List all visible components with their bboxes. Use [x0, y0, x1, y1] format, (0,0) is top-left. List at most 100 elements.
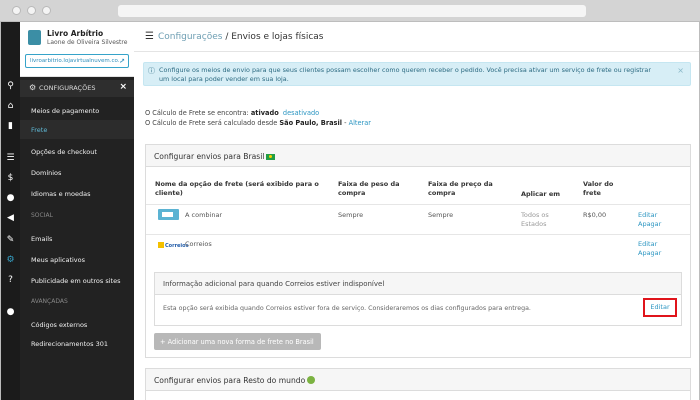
col-header-price-line2: compra	[428, 189, 456, 197]
world-panel-title: Configurar envios para Resto do mundo	[154, 376, 306, 385]
row-2-edit-link[interactable]: Editar	[638, 240, 657, 249]
row-1-price: Sempre	[428, 211, 454, 219]
col-header-name-line2: cliente)	[155, 189, 183, 197]
close-icon[interactable]: ×	[119, 82, 127, 92]
add-shipping-brazil-button[interactable]: + Adicionar uma nova forma de frete no B…	[154, 333, 321, 350]
col-header-weight-line1: Faixa de peso da	[338, 180, 400, 188]
stats-icon[interactable]: ▮	[4, 120, 17, 133]
row-2-name: Correios	[185, 240, 212, 248]
col-header-value-line1: Valor do	[583, 180, 614, 188]
address-bar[interactable]	[118, 5, 586, 17]
info-alert: ⓘ Configure os meios de envio para que s…	[143, 62, 691, 86]
row-1-edit-link[interactable]: Editar	[638, 211, 657, 220]
correios-fallback-panel: Informação adicional para quando Correio…	[154, 272, 682, 326]
icon-rail: ⚲ ⌂ ▮ ☰ $ ● ◀ ✎ ⚙ ? ●	[1, 22, 20, 400]
correios-logo-icon	[158, 242, 164, 248]
header-divider	[134, 51, 699, 52]
col-header-weight-line2: compra	[338, 189, 366, 197]
calc-status-prefix: O Cálculo de Frete se encontra:	[145, 109, 251, 117]
store-name: Livro Arbítrio	[47, 29, 104, 38]
brush-icon[interactable]: ✎	[4, 234, 17, 247]
sidebar-item-external-codes[interactable]: Códigos externos	[20, 315, 134, 334]
col-header-name-line1: Nome da opção de frete (será exibido par…	[155, 180, 319, 188]
main-content: ☰ Configurações / Envios e lojas físicas …	[134, 22, 699, 400]
alert-line-1: Configure os meios de envio para que seu…	[159, 66, 651, 74]
sidebar-item-emails[interactable]: Emails	[20, 229, 134, 248]
sidebar-item-languages[interactable]: Idiomas e moedas	[20, 184, 134, 203]
calc-disable-link[interactable]: desativado	[283, 109, 319, 117]
sidebar-item-redirects[interactable]: Redirecionamentos 301	[20, 334, 134, 353]
sidebar-item-advertising[interactable]: Publicidade em outros sites	[20, 271, 134, 290]
col-header-price: Faixa de preço da compra	[428, 180, 493, 198]
gear-icon[interactable]: ⚙	[4, 254, 17, 267]
fallback-edit-link[interactable]: Editar	[643, 298, 677, 317]
browser-chrome	[0, 0, 700, 22]
row-1-weight: Sempre	[338, 211, 364, 219]
sidebar-section-social: SOCIAL	[31, 212, 53, 219]
home-icon[interactable]: ⌂	[4, 100, 17, 113]
menu-icon[interactable]: ☰	[145, 31, 154, 42]
table-divider	[146, 204, 690, 205]
brazil-flag-icon	[266, 154, 276, 160]
world-panel-header: Configurar envios para Resto do mundo	[146, 369, 690, 391]
col-header-apply: Aplicar em	[521, 190, 561, 198]
calc-origin-prefix: O Cálculo de Frete será calculado desde	[145, 119, 280, 127]
list-icon[interactable]: ☰	[4, 152, 17, 165]
gear-icon: ⚙	[29, 83, 37, 92]
fallback-panel-body: Esta opção será exibida quando Correios …	[155, 295, 681, 325]
window-close-button[interactable]	[12, 6, 21, 15]
truck-icon	[158, 209, 179, 220]
sidebar-section-advanced: AVANÇADAS	[31, 298, 68, 305]
store-header: Livro Arbítrio Laone de Oliveira Silvest…	[20, 22, 134, 77]
sidebar-item-checkout-options[interactable]: Opções de checkout	[20, 142, 134, 161]
calc-status-value: ativado	[250, 109, 279, 117]
config-section-header: ⚙ CONFIGURAÇÕES ×	[20, 80, 134, 97]
col-header-price-line1: Faixa de preço da	[428, 180, 493, 188]
user-icon[interactable]: ●	[4, 306, 17, 319]
fallback-panel-text: Esta opção será exibida quando Correios …	[163, 305, 531, 312]
window-maximize-button[interactable]	[42, 6, 51, 15]
row-1-name: A combinar	[185, 211, 223, 219]
col-header-name: Nome da opção de frete (será exibido par…	[155, 180, 319, 198]
sidebar-item-shipping[interactable]: Frete	[20, 120, 134, 139]
brazil-shipping-panel: Configurar envios para Brasil Nome da op…	[145, 144, 691, 358]
row-1-apply-line2: Estados	[521, 220, 547, 228]
app-frame: ⚲ ⌂ ▮ ☰ $ ● ◀ ✎ ⚙ ? ● Livro Arbítrio Lao…	[0, 22, 700, 400]
correios-logo: Correios	[158, 242, 189, 249]
sidebar-item-my-apps[interactable]: Meus aplicativos	[20, 250, 134, 269]
row-2-delete-link[interactable]: Apagar	[638, 249, 661, 258]
help-icon[interactable]: ?	[4, 274, 17, 287]
sidebar-item-domains[interactable]: Domínios	[20, 163, 134, 182]
calc-change-origin-link[interactable]: Alterar	[349, 119, 371, 127]
store-logo-icon	[28, 30, 41, 45]
search-icon[interactable]: ⚲	[4, 80, 17, 93]
external-link-icon: ↗	[119, 57, 125, 65]
store-url-text: livroarbitrio.lojavirtualnuvem.co...	[30, 58, 124, 64]
users-icon[interactable]: ●	[4, 192, 17, 205]
world-shipping-panel: Configurar envios para Resto do mundo	[145, 368, 691, 400]
alert-line-2: um local para poder vender em sua loja.	[159, 75, 289, 83]
calc-origin-sep: -	[341, 119, 349, 127]
alert-close-icon[interactable]: ×	[677, 66, 684, 75]
window-controls	[12, 6, 51, 15]
table-divider	[146, 234, 690, 235]
info-icon: ⓘ	[148, 67, 155, 75]
row-1-delete-link[interactable]: Apagar	[638, 220, 661, 229]
sidebar-item-payment-methods[interactable]: Meios de pagamento	[20, 101, 134, 120]
window-minimize-button[interactable]	[27, 6, 36, 15]
store-owner: Laone de Oliveira Silvestre	[47, 39, 128, 46]
shipping-calc-status: O Cálculo de Frete se encontra: ativado …	[145, 109, 319, 117]
sidebar: Livro Arbítrio Laone de Oliveira Silvest…	[20, 22, 134, 400]
brazil-panel-header: Configurar envios para Brasil	[146, 145, 690, 167]
share-icon[interactable]: ◀	[4, 212, 17, 225]
brazil-panel-title: Configurar envios para Brasil	[154, 152, 265, 161]
row-1-apply-line1: Todos os	[521, 211, 549, 219]
page-title: Envios e lojas físicas	[231, 32, 324, 42]
breadcrumb-root-link[interactable]: Configurações	[158, 32, 222, 42]
dollar-icon[interactable]: $	[4, 172, 17, 185]
store-url-link[interactable]: livroarbitrio.lojavirtualnuvem.co... ↗	[25, 54, 129, 68]
shipping-calc-origin: O Cálculo de Frete será calculado desde …	[145, 119, 371, 127]
globe-icon	[307, 376, 316, 384]
col-header-weight: Faixa de peso da compra	[338, 180, 400, 198]
breadcrumb-separator: /	[222, 32, 232, 42]
